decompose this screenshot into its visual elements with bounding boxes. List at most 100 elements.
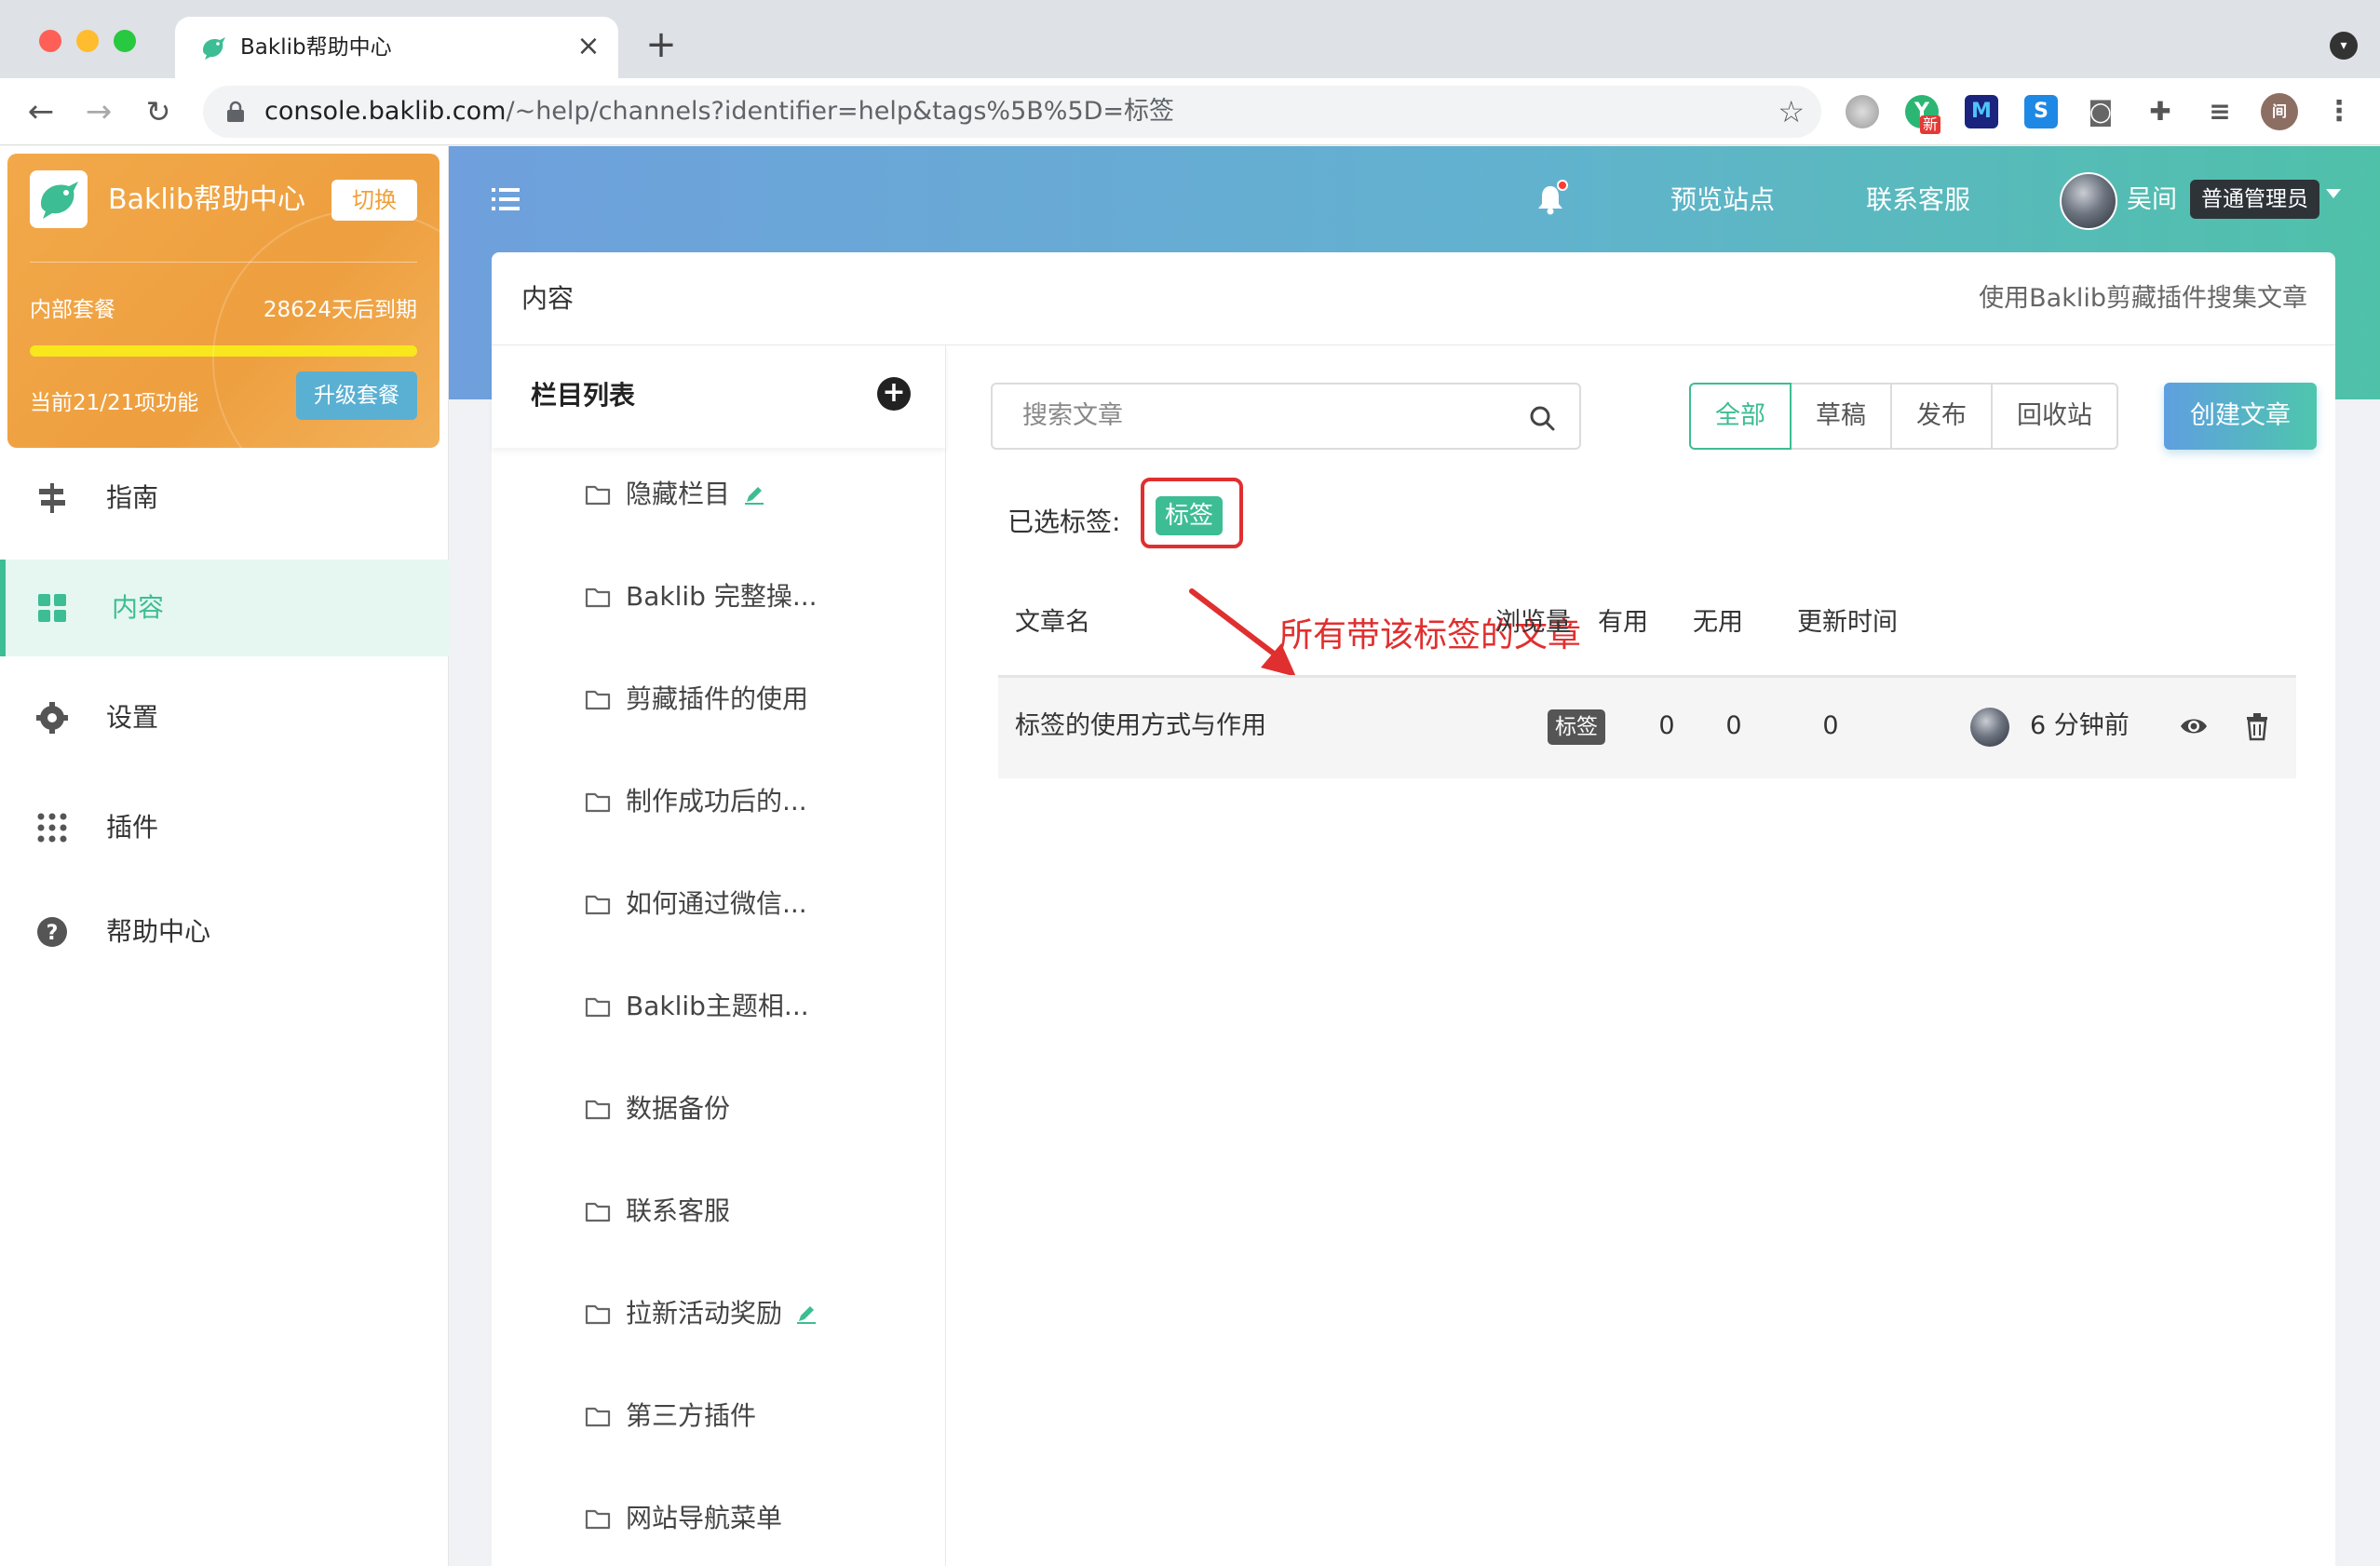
column-header-updated[interactable]: 更新时间	[1797, 604, 1898, 641]
channel-label: 网站导航菜单	[626, 1503, 783, 1533]
selected-tags-label: 已选标签:	[1007, 506, 1121, 537]
channel-label: 数据备份	[626, 1093, 731, 1124]
user-role-badge: 普通管理员	[2190, 180, 2319, 219]
bird-logo-icon	[203, 37, 225, 60]
chevron-down-icon[interactable]	[2326, 189, 2341, 198]
address-bar[interactable]: console.baklib.com/~help/channels?identi…	[203, 86, 1821, 138]
folder-icon	[585, 790, 611, 813]
new-tab-button[interactable]: +	[642, 26, 680, 63]
camera-extension-icon[interactable]: ◙	[2084, 95, 2117, 128]
channel-item[interactable]: Baklib 完整操...	[492, 550, 946, 653]
sidebar-item-content[interactable]: 内容	[0, 560, 449, 656]
puzzle-extensions-icon[interactable]: ✚	[2143, 95, 2177, 128]
filter-draft-button[interactable]: 草稿	[1790, 383, 1892, 450]
folder-icon	[585, 1507, 611, 1530]
tab-search-button[interactable]: ▾	[2330, 32, 2358, 60]
browser-titlebar: Baklib帮助中心 × + ▾	[0, 0, 2380, 78]
forward-arrow-icon[interactable]: →	[78, 91, 119, 132]
filter-all-button[interactable]: 全部	[1689, 383, 1792, 450]
edit-pencil-icon[interactable]	[743, 483, 765, 506]
profile-avatar[interactable]: 间	[2261, 93, 2298, 130]
signpost-icon	[39, 483, 65, 513]
sidebar-item-settings[interactable]: 设置	[0, 669, 449, 766]
channel-item[interactable]: Baklib主题相...	[492, 960, 946, 1062]
channel-item[interactable]: 隐藏栏目	[492, 448, 946, 550]
back-arrow-icon[interactable]: ←	[20, 91, 61, 132]
sidebar-item-label: 插件	[106, 812, 159, 843]
globe-extension-icon[interactable]	[1846, 95, 1879, 128]
url-text[interactable]: console.baklib.com/~help/channels?identi…	[264, 97, 1174, 127]
browser-tab[interactable]: Baklib帮助中心 ×	[175, 17, 618, 78]
channel-item[interactable]: 网站导航菜单	[492, 1472, 946, 1566]
column-header-views[interactable]: 浏览量	[1495, 604, 1571, 641]
channel-item[interactable]: 制作成功后的...	[492, 755, 946, 857]
column-header-useless[interactable]: 无用	[1693, 604, 1743, 641]
article-views: 0	[1658, 711, 1675, 740]
create-article-button[interactable]: 创建文章	[2164, 383, 2317, 450]
search-input[interactable]: 搜索文章	[991, 383, 1581, 450]
tab-title: Baklib帮助中心	[240, 35, 392, 60]
table-row[interactable]: 标签的使用方式与作用 标签 0 0 0 6 分钟前	[998, 678, 2296, 778]
sidebar: Baklib帮助中心 切换 内部套餐 28624天后到期 当前21/21项功能 …	[0, 146, 449, 1566]
user-name[interactable]: 吴间	[2127, 182, 2177, 219]
help-circle-icon: ?	[37, 917, 67, 947]
card-header: 内容 使用Baklib剪藏插件搜集文章	[492, 252, 2335, 345]
sidebar-item-help[interactable]: ? 帮助中心	[0, 884, 449, 980]
m-extension-icon[interactable]: M	[1965, 95, 1998, 128]
s-extension-icon[interactable]: S	[2024, 95, 2058, 128]
article-useless: 0	[1822, 711, 1839, 740]
author-avatar	[1970, 708, 2009, 747]
filter-trash-button[interactable]: 回收站	[1991, 383, 2118, 450]
channel-label: 联系客服	[626, 1195, 731, 1226]
menu-list-icon[interactable]	[490, 183, 521, 215]
reload-icon[interactable]: ↻	[138, 91, 179, 132]
sidebar-item-label: 指南	[106, 482, 159, 513]
window-zoom-button[interactable]	[114, 30, 136, 52]
channel-item[interactable]: 如何通过微信...	[492, 857, 946, 960]
url-path: /~help/channels?identifier=help&tags%5B%…	[506, 97, 1175, 126]
grid-icon	[38, 594, 66, 622]
article-panel: 搜索文章 全部 草稿 发布 回收站 创建文章 已选标签: 标签 所有带该标签的文…	[946, 345, 2335, 1566]
channel-item[interactable]: 剪藏插件的使用	[492, 653, 946, 755]
article-title-link[interactable]: 标签的使用方式与作用	[1015, 708, 1266, 745]
browser-menu-icon[interactable]: ⋮	[2322, 95, 2356, 128]
channel-label: Baklib 完整操...	[626, 581, 818, 612]
eye-icon[interactable]	[2179, 711, 2209, 741]
add-channel-icon[interactable]: +	[877, 377, 911, 411]
browser-toolbar: ← → ↻ console.baklib.com/~help/channels?…	[0, 78, 2380, 145]
status-filter-group: 全部 草稿 发布 回收站	[1689, 383, 2118, 450]
site-name: Baklib帮助中心	[108, 183, 306, 216]
filter-published-button[interactable]: 发布	[1890, 383, 1993, 450]
channel-label: 第三方插件	[626, 1400, 757, 1431]
channel-item[interactable]: 联系客服	[492, 1165, 946, 1267]
bookmark-star-icon[interactable]: ☆	[1778, 95, 1805, 128]
selected-tag-chip[interactable]: 标签	[1156, 496, 1224, 535]
tab-close-icon[interactable]: ×	[572, 30, 605, 63]
edit-pencil-icon[interactable]	[795, 1303, 818, 1325]
channel-list-panel: 栏目列表 + 隐藏栏目 Baklib 完整操... 剪藏插件的使用 制作成功后的...…	[492, 345, 946, 1566]
preview-site-link[interactable]: 预览站点	[1670, 182, 1775, 219]
url-host: console.baklib.com	[264, 97, 507, 126]
search-icon[interactable]	[1527, 403, 1557, 433]
user-avatar[interactable]	[2060, 172, 2117, 230]
media-queue-icon[interactable]: ≡	[2203, 95, 2237, 128]
trash-icon[interactable]	[2242, 711, 2272, 741]
clip-plugin-tip-link[interactable]: 使用Baklib剪藏插件搜集文章	[1979, 280, 2307, 317]
channel-item[interactable]: 第三方插件	[492, 1370, 946, 1472]
channel-list-title: 栏目列表	[531, 380, 636, 411]
folder-icon	[585, 483, 611, 506]
window-minimize-button[interactable]	[76, 30, 99, 52]
sidebar-item-plugins[interactable]: 插件	[0, 779, 449, 876]
contact-support-link[interactable]: 联系客服	[1866, 182, 1970, 219]
column-header-useful[interactable]: 有用	[1598, 604, 1648, 641]
folder-icon	[585, 688, 611, 710]
channel-item[interactable]: 数据备份	[492, 1062, 946, 1165]
sidebar-item-label: 设置	[106, 702, 159, 733]
channel-item[interactable]: 拉新活动奖励	[492, 1267, 946, 1370]
sidebar-item-guide[interactable]: 指南	[0, 450, 449, 547]
window-close-button[interactable]	[39, 30, 61, 52]
bird-logo-icon	[30, 170, 88, 228]
app-root: Baklib帮助中心 切换 内部套餐 28624天后到期 当前21/21项功能 …	[0, 146, 2380, 1566]
upgrade-plan-button[interactable]: 升级套餐	[296, 371, 417, 420]
switch-site-button[interactable]: 切换	[331, 180, 417, 221]
